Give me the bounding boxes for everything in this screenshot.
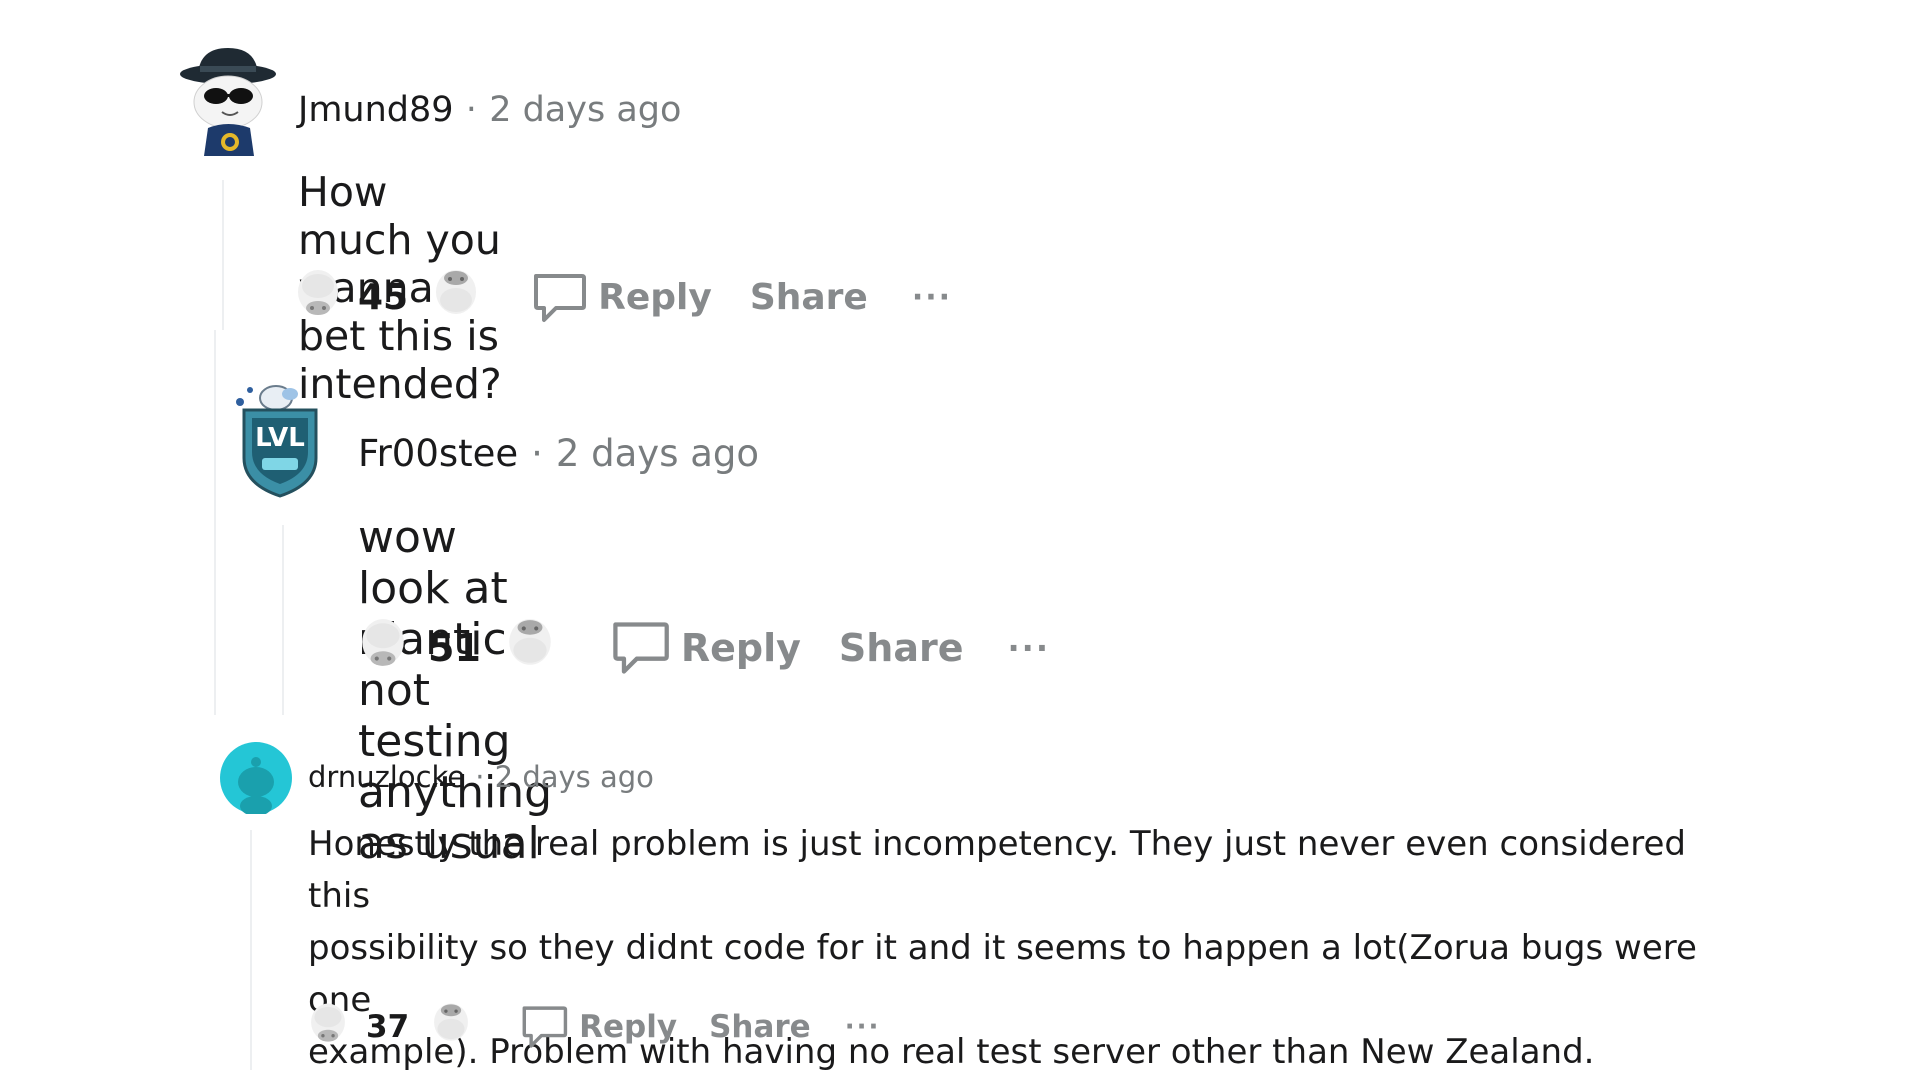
comment-actions: 37 Reply Share ··· — [306, 996, 880, 1058]
username-link[interactable]: Jmund89 — [298, 90, 454, 130]
vote-score: 37 — [366, 1009, 410, 1045]
meta-separator: · — [475, 760, 485, 794]
user-avatar[interactable] — [178, 44, 278, 156]
comment-actions: 45 Reply Share ··· — [292, 262, 952, 333]
share-button[interactable]: Share — [709, 1009, 811, 1045]
comment-bubble-icon — [613, 621, 669, 674]
share-button[interactable]: Share — [839, 626, 964, 670]
meta-separator: · — [465, 90, 477, 130]
username-link[interactable]: Fr00stee — [358, 432, 518, 475]
share-button[interactable]: Share — [750, 277, 868, 318]
snoo-avatar-icon — [180, 48, 276, 156]
reply-button[interactable]: Reply — [530, 270, 712, 326]
comment-meta: Fr00stee · 2 days ago — [358, 432, 759, 475]
vote-score: 51 — [428, 625, 481, 670]
timestamp[interactable]: 2 days ago — [489, 90, 681, 130]
thread-line[interactable] — [282, 525, 284, 715]
comment-bubble-icon — [522, 1006, 568, 1048]
thread-line[interactable] — [214, 330, 216, 715]
timestamp[interactable]: 2 days ago — [495, 760, 654, 794]
reply-button[interactable]: Reply — [519, 1003, 677, 1051]
default-snoo-avatar-icon — [220, 742, 292, 816]
meta-separator: · — [531, 432, 543, 475]
upvote-icon[interactable] — [356, 610, 410, 685]
comment-meta: drnuzlocke · 2 days ago — [308, 760, 654, 794]
downvote-icon[interactable] — [503, 610, 557, 685]
reply-label: Reply — [598, 277, 712, 318]
more-options-icon[interactable]: ··· — [1008, 629, 1050, 667]
upvote-icon[interactable] — [292, 262, 344, 333]
upvote-icon[interactable] — [306, 996, 350, 1058]
user-avatar[interactable] — [220, 742, 292, 816]
reply-button[interactable]: Reply — [609, 618, 801, 678]
reply-label: Reply — [680, 625, 801, 670]
thread-line[interactable] — [250, 830, 252, 1070]
downvote-icon[interactable] — [430, 262, 482, 333]
vote-score: 45 — [358, 277, 409, 318]
comment-body: wow look at niantic not testing anything… — [358, 512, 553, 869]
comment-meta: Jmund89 · 2 days ago — [298, 90, 681, 130]
timestamp[interactable]: 2 days ago — [556, 432, 759, 475]
svg-text:LVL: LVL — [255, 423, 305, 453]
shield-avatar-icon: LVL — [236, 385, 318, 498]
comment-actions: 51 Reply Share ··· — [356, 610, 1050, 685]
more-options-icon[interactable]: ··· — [912, 280, 952, 315]
user-avatar[interactable]: LVL — [232, 380, 328, 500]
username-link[interactable]: drnuzlocke — [308, 760, 465, 794]
reply-label: Reply — [579, 1009, 678, 1045]
comment-thread: Jmund89 · 2 days ago How much you wanna … — [0, 0, 1920, 1080]
more-options-icon[interactable]: ··· — [845, 1012, 881, 1042]
comment-body-line: Honestly the real problem is just incomp… — [308, 824, 1686, 916]
thread-line[interactable] — [222, 180, 224, 330]
downvote-icon[interactable] — [429, 996, 473, 1058]
comment-bubble-icon — [534, 273, 587, 322]
